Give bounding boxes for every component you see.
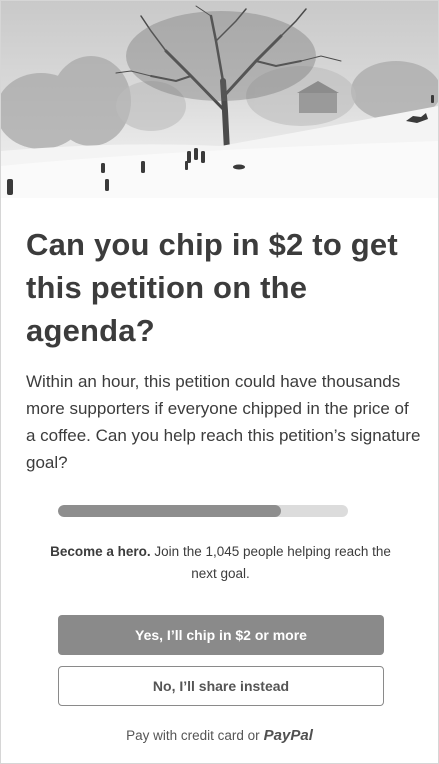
snowy-park-photo [1,5,438,198]
hero-image [1,1,438,198]
donation-modal: Can you chip in $2 to get this petition … [0,0,439,764]
supporter-count-text: Join the 1,045 people helping reach the … [150,544,391,581]
become-hero-label: Become a hero. [50,544,151,559]
supporter-count-note: Become a hero. Join the 1,045 people hel… [41,541,400,585]
paypal-option[interactable]: PayPal [264,727,313,744]
share-instead-button[interactable]: No, I’ll share instead [58,666,384,706]
page-title: Can you chip in $2 to get this petition … [26,227,398,348]
chip-in-button[interactable]: Yes, I’ll chip in $2 or more [58,615,384,655]
payment-options: Pay with credit card or PayPal [1,727,438,744]
progress-fill [58,505,282,517]
credit-card-option[interactable]: Pay with credit card or [126,728,260,743]
signature-progress-bar [58,505,348,517]
petition-description: Within an hour, this petition could have… [26,372,421,472]
